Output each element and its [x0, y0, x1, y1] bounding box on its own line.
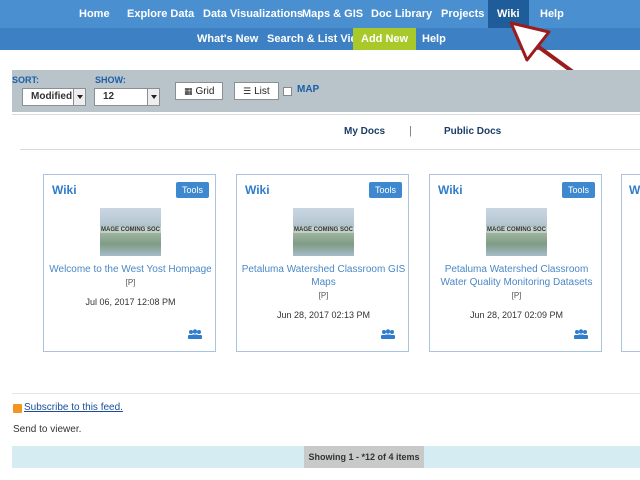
nav-explore-data[interactable]: Explore Data [127, 0, 194, 28]
top-nav: Home Explore Data Data Visualizations Ma… [0, 0, 640, 28]
people-icon[interactable] [187, 329, 203, 339]
card-meta: [P] [318, 291, 329, 300]
doc-card[interactable]: Wi [621, 174, 640, 352]
thumbnail-text: MAGE COMING SOC [486, 227, 547, 233]
show-select[interactable]: 12 [94, 88, 160, 106]
grid-label: Grid [195, 86, 215, 97]
grid-icon: ▦ [184, 86, 193, 96]
card-thumbnail[interactable]: MAGE COMING SOC [486, 208, 547, 256]
subnav-add-new[interactable]: Add New [353, 28, 417, 50]
tab-separator: | [409, 125, 412, 137]
card-title: Wiki [245, 183, 270, 197]
doc-card[interactable]: Wiki Tools MAGE COMING SOC Petaluma Wate… [236, 174, 409, 352]
rss-icon[interactable] [13, 404, 22, 413]
divider [12, 114, 640, 115]
subscribe-feed-link[interactable]: Subscribe to this feed. [24, 402, 123, 413]
sort-value: Modified [31, 91, 73, 102]
people-icon[interactable] [380, 329, 396, 339]
card-date: Jun 28, 2017 02:13 PM [276, 310, 371, 320]
sub-nav: What's New Search & List View Add New He… [0, 28, 640, 50]
subnav-search-list-view[interactable]: Search & List View [267, 28, 365, 50]
chevron-down-icon [147, 89, 159, 105]
card-title: Wiki [438, 183, 463, 197]
show-value: 12 [103, 91, 115, 102]
divider [12, 393, 640, 394]
subnav-whats-new[interactable]: What's New [197, 28, 258, 50]
map-label[interactable]: MAP [297, 84, 319, 95]
card-doc-link[interactable]: Petaluma Watershed Classroom Water Quali… [434, 263, 599, 289]
page: Home Explore Data Data Visualizations Ma… [0, 0, 640, 480]
tools-button[interactable]: Tools [368, 182, 402, 198]
grid-view-button[interactable]: ▦ Grid [175, 82, 224, 100]
send-to-viewer-text: Send to viewer. [13, 424, 82, 435]
list-view-button[interactable]: ☰ List [234, 82, 279, 100]
sort-label: SORT: [12, 75, 39, 85]
tab-public-docs[interactable]: Public Docs [444, 126, 501, 137]
tools-button[interactable]: Tools [561, 182, 595, 198]
nav-maps-gis[interactable]: Maps & GIS [302, 0, 363, 28]
card-meta: [P] [125, 278, 136, 287]
nav-data-visualizations[interactable]: Data Visualizations [203, 0, 303, 28]
nav-doc-library[interactable]: Doc Library [371, 0, 432, 28]
card-doc-link[interactable]: Petaluma Watershed Classroom GIS Maps [241, 263, 406, 289]
doc-card[interactable]: Wiki Tools MAGE COMING SOC Petaluma Wate… [429, 174, 602, 352]
card-date: Jul 06, 2017 12:08 PM [85, 297, 176, 307]
show-label: SHOW: [95, 75, 126, 85]
card-doc-link[interactable]: Welcome to the West Yost Hompage [48, 263, 213, 276]
divider [20, 149, 640, 150]
nav-home[interactable]: Home [79, 0, 110, 28]
view-toolbar: SORT: Modified SHOW: 12 ▦ Grid ☰ List MAP [12, 70, 640, 112]
list-label: List [254, 86, 270, 97]
card-date: Jun 28, 2017 02:09 PM [469, 310, 564, 320]
list-icon: ☰ [243, 86, 252, 96]
thumbnail-text: MAGE COMING SOC [293, 227, 354, 233]
nav-projects[interactable]: Projects [441, 0, 484, 28]
nav-help[interactable]: Help [540, 0, 564, 28]
people-icon[interactable] [573, 329, 589, 339]
map-checkbox[interactable] [283, 87, 292, 96]
tools-button[interactable]: Tools [175, 182, 209, 198]
doc-card[interactable]: Wiki Tools MAGE COMING SOC Welcome to th… [43, 174, 216, 352]
showing-count: Showing 1 - *12 of 4 items [304, 446, 424, 468]
tab-my-docs[interactable]: My Docs [344, 126, 385, 137]
card-meta: [P] [511, 291, 522, 300]
card-thumbnail[interactable]: MAGE COMING SOC [100, 208, 161, 256]
subnav-help[interactable]: Help [422, 28, 446, 50]
nav-wiki[interactable]: Wiki [488, 0, 529, 28]
card-title: Wi [629, 183, 640, 197]
card-title: Wiki [52, 183, 77, 197]
thumbnail-text: MAGE COMING SOC [100, 227, 161, 233]
chevron-down-icon [73, 89, 85, 105]
card-thumbnail[interactable]: MAGE COMING SOC [293, 208, 354, 256]
pagination-bar: Showing 1 - *12 of 4 items [12, 446, 640, 468]
sort-select[interactable]: Modified [22, 88, 86, 106]
